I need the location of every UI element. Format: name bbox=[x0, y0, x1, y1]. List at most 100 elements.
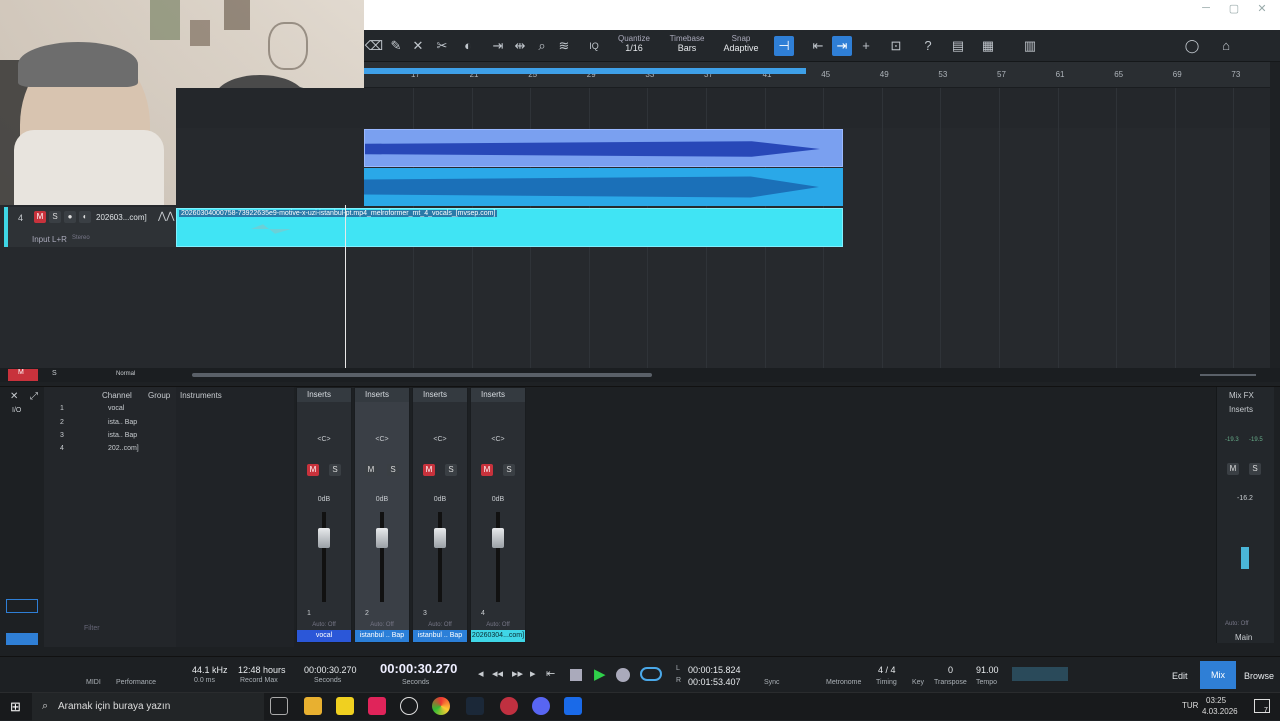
timebase-control[interactable]: Timebase Bars bbox=[664, 34, 710, 53]
timeline-ruler[interactable]: 17 21 25 29 33 37 41 45 49 53 57 61 65 69 73 bbox=[364, 62, 1270, 88]
taskbar-search[interactable]: ⌕ Aramak için buraya yazın bbox=[32, 693, 264, 721]
browse-button[interactable]: Browse bbox=[1244, 671, 1274, 681]
time-signature[interactable]: 4 / 4 bbox=[878, 665, 896, 675]
clock-time[interactable]: 03:25 bbox=[1206, 696, 1226, 705]
record-arm-button[interactable]: ● bbox=[64, 211, 76, 223]
loop-range-bar[interactable] bbox=[364, 68, 806, 74]
forward-end-icon[interactable]: ▸ bbox=[530, 667, 536, 680]
channel-name[interactable]: 20260304...com] bbox=[471, 630, 525, 642]
mix-fx-label[interactable]: Mix FX bbox=[1229, 391, 1254, 400]
solo-button[interactable]: S bbox=[445, 464, 457, 476]
track-header-4[interactable]: 4 M S ● ◐ 202603...com] ⋀⋀ Input L+R Ste… bbox=[4, 207, 176, 247]
user-icon[interactable]: ◯ bbox=[1182, 36, 1202, 56]
channel-name[interactable]: vocal bbox=[297, 630, 351, 642]
fader-track[interactable] bbox=[496, 512, 500, 602]
film-icon[interactable]: ▤ bbox=[948, 36, 968, 56]
solo-button[interactable]: S bbox=[503, 464, 515, 476]
main-solo-button[interactable]: S bbox=[1249, 463, 1261, 475]
close-mixer-icon[interactable]: ✕ bbox=[10, 391, 18, 402]
close-icon[interactable]: ✕ bbox=[1252, 2, 1272, 18]
expand-icon[interactable]: ⤢ bbox=[30, 391, 38, 402]
mute-button[interactable]: M bbox=[365, 464, 377, 476]
group-tab[interactable]: Group bbox=[148, 391, 170, 400]
vscode-icon[interactable] bbox=[564, 697, 582, 715]
monitor-button[interactable]: ◐ bbox=[79, 211, 91, 223]
openai-icon[interactable] bbox=[400, 697, 418, 715]
instruments-tab[interactable]: Instruments bbox=[180, 391, 222, 400]
sync-label[interactable]: Sync bbox=[764, 679, 780, 686]
pan-value[interactable]: <C> bbox=[297, 436, 351, 443]
zoom-tool-icon[interactable]: ⌕ bbox=[532, 36, 552, 56]
playhead-cursor[interactable] bbox=[345, 205, 346, 368]
language-indicator[interactable]: TUR bbox=[1182, 701, 1198, 710]
forward-icon[interactable]: ▸▸ bbox=[512, 667, 523, 680]
main-automation[interactable]: Auto: Off bbox=[1225, 621, 1249, 627]
eraser-icon[interactable]: ⌫ bbox=[364, 36, 384, 56]
track-input[interactable]: Input L+R bbox=[32, 235, 67, 244]
pan-value[interactable]: <C> bbox=[355, 436, 409, 443]
fader-track[interactable] bbox=[438, 512, 442, 602]
mute-tool-icon[interactable]: ✕ bbox=[408, 36, 428, 56]
channel-list-name[interactable]: ista.. Bap bbox=[108, 432, 137, 439]
inserts-header[interactable]: Inserts bbox=[413, 388, 467, 402]
l-time[interactable]: 00:00:15.824 bbox=[688, 665, 741, 675]
channel-list-name[interactable]: 202..com] bbox=[108, 445, 139, 452]
pan-value[interactable]: <C> bbox=[413, 436, 467, 443]
play-button[interactable]: ▶ bbox=[594, 665, 606, 683]
mixer-list-icon[interactable] bbox=[6, 633, 38, 645]
audio-clip-vocals[interactable]: 20260304000758-73922635e9-motive-x-uzi-i… bbox=[176, 208, 843, 247]
studio-one-icon[interactable] bbox=[500, 697, 518, 715]
range-tool-icon[interactable]: ⇹ bbox=[510, 36, 530, 56]
windows-start-icon[interactable]: ⊞ bbox=[10, 699, 21, 715]
horizontal-scrollbar[interactable] bbox=[192, 373, 652, 377]
automation-mode[interactable]: Auto: Off bbox=[471, 622, 525, 628]
performance-label[interactable]: Performance bbox=[116, 679, 156, 686]
layout-icon[interactable]: ▥ bbox=[1020, 36, 1040, 56]
discord-icon[interactable] bbox=[532, 697, 550, 715]
rewind-start-icon[interactable]: ◂ bbox=[478, 667, 484, 680]
fader-track[interactable] bbox=[322, 512, 326, 602]
channel-list-name[interactable]: vocal bbox=[108, 405, 124, 412]
fader-handle[interactable] bbox=[318, 528, 330, 548]
clock-date[interactable]: 4.03.2026 bbox=[1202, 707, 1238, 716]
fader-handle[interactable] bbox=[492, 528, 504, 548]
solo-button[interactable]: S bbox=[49, 211, 61, 223]
channel-name[interactable]: istanbul .. Bap bbox=[355, 630, 409, 642]
loop-button[interactable] bbox=[640, 667, 662, 681]
edit-button[interactable]: Edit bbox=[1172, 671, 1188, 681]
split-tool-icon[interactable]: ✂ bbox=[432, 36, 452, 56]
automation-mode[interactable]: Auto: Off bbox=[413, 622, 467, 628]
r-time[interactable]: 00:01:53.407 bbox=[688, 677, 741, 687]
io-label[interactable]: I/O bbox=[12, 407, 21, 414]
minimize-icon[interactable]: ─ bbox=[1196, 2, 1216, 18]
audio-clip-2[interactable] bbox=[364, 168, 843, 206]
fader-track[interactable] bbox=[380, 512, 384, 602]
inserts-header[interactable]: Inserts bbox=[471, 388, 525, 402]
notes-icon[interactable] bbox=[336, 697, 354, 715]
mix-button[interactable]: Mix bbox=[1200, 661, 1236, 689]
mute-button[interactable]: M bbox=[423, 464, 435, 476]
tempo-value[interactable]: 91.00 bbox=[976, 665, 999, 675]
main-mute-button[interactable]: M bbox=[1227, 463, 1239, 475]
automation-mode[interactable]: Auto: Off bbox=[355, 622, 409, 628]
bend-tool-icon[interactable]: ⇥ bbox=[488, 36, 508, 56]
inserts-header[interactable]: Inserts bbox=[297, 388, 351, 402]
automation-mode[interactable]: Auto: Off bbox=[297, 622, 351, 628]
metronome-label[interactable]: Metronome bbox=[826, 679, 861, 686]
zoom-slider[interactable] bbox=[1200, 374, 1256, 376]
pan-value[interactable]: <C> bbox=[471, 436, 525, 443]
main-name[interactable]: Main bbox=[1235, 633, 1252, 642]
solo-button[interactable]: S bbox=[329, 464, 341, 476]
crosshair-icon[interactable]: + bbox=[856, 36, 876, 56]
automation-icon[interactable]: ⋀⋀ bbox=[158, 211, 174, 222]
listen-tool-icon[interactable]: ◐ bbox=[458, 36, 478, 56]
global-mute[interactable]: M bbox=[8, 369, 38, 381]
snap-control[interactable]: Snap Adaptive bbox=[718, 34, 764, 53]
audio-clip-1[interactable] bbox=[364, 129, 843, 167]
window-icon[interactable]: ⊡ bbox=[886, 36, 906, 56]
global-solo[interactable]: S bbox=[52, 370, 57, 377]
home-icon[interactable]: ⌂ bbox=[1216, 36, 1236, 56]
task-view-icon[interactable] bbox=[270, 697, 288, 715]
main-fader-handle[interactable] bbox=[1241, 547, 1249, 569]
iq-button[interactable]: IQ bbox=[584, 36, 604, 56]
